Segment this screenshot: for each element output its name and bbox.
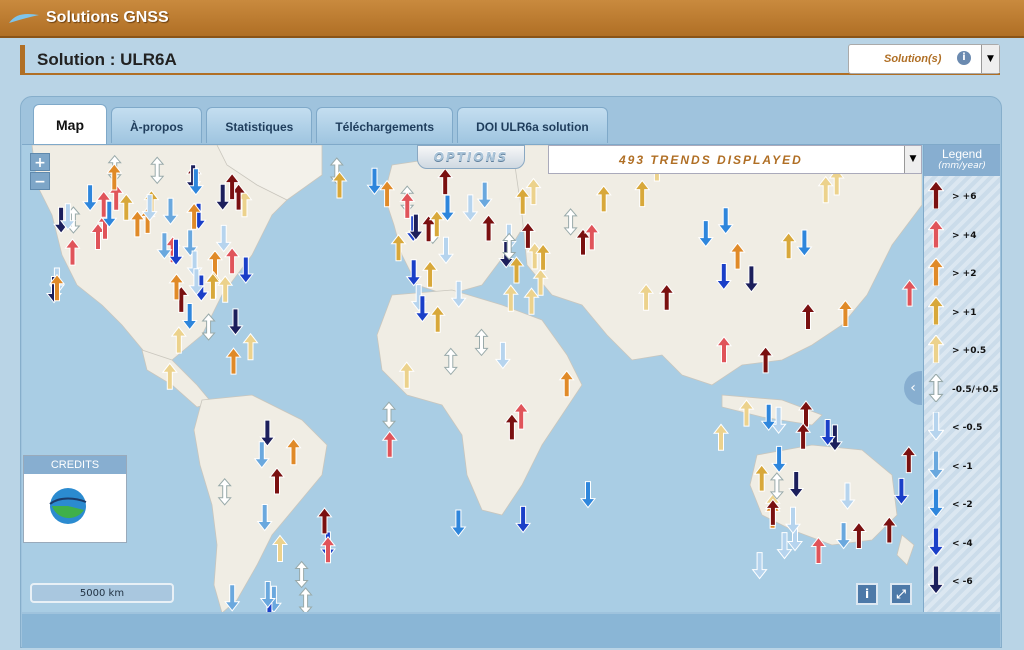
app-header: Solutions GNSS [0, 0, 1024, 38]
tab-map[interactable]: Map [33, 104, 107, 144]
zoom-out-button[interactable]: − [30, 172, 50, 190]
chevron-down-icon[interactable]: ▼ [904, 146, 921, 173]
legend-item: < -4 [928, 527, 1000, 562]
wave-logo-icon [9, 13, 39, 23]
arrow-down-icon [928, 527, 944, 556]
legend-label: -0.5/+0.5 [952, 384, 999, 395]
legend-label: < -1 [952, 461, 973, 472]
arrow-down-icon [928, 412, 944, 440]
legend-label: > +0.5 [952, 346, 987, 356]
fullscreen-button[interactable]: ⤢ [890, 583, 912, 605]
chevron-down-icon[interactable]: ▼ [981, 45, 999, 73]
legend-item: > +0.5 [928, 335, 1000, 369]
map-view[interactable]: + − OPTIONS 493 TRENDS DISPLAYED ▼ ‹ Leg… [22, 144, 1000, 612]
arrow-up-icon [928, 181, 944, 209]
solution-selector[interactable]: Solution(s) i ▼ [848, 44, 1000, 74]
legend-item: < -1 [928, 450, 1000, 485]
panel-footer [22, 614, 1000, 648]
legend-item: < -6 [928, 566, 1000, 600]
app-title: Solutions GNSS [46, 9, 169, 26]
legend-header: Legend (mm/year) [924, 145, 1000, 176]
legend-label: < -2 [952, 500, 973, 510]
solution-title: Solution : ULR6A [37, 50, 177, 69]
trends-count: 493 TRENDS DISPLAYED [619, 153, 803, 167]
legend-label: > +2 [952, 269, 977, 279]
legend-label: > +6 [952, 192, 977, 202]
tab-telechargements[interactable]: Téléchargements [316, 107, 454, 143]
tab-a-propos[interactable]: À-propos [111, 107, 203, 143]
legend-label: > +4 [952, 230, 977, 241]
legend-units: (mm/year) [938, 161, 986, 171]
tab-statistiques[interactable]: Statistiques [206, 107, 313, 143]
scale-bar: 5000 km [30, 583, 174, 603]
legend-item: > +6 [928, 181, 1000, 215]
tab-doi[interactable]: DOI ULR6a solution [457, 107, 608, 143]
tab-bar: Map À-propos Statistiques Téléchargement… [33, 104, 608, 144]
arrow-up-icon [928, 335, 944, 363]
solution-selector-label: Solution(s) [884, 53, 942, 65]
arrow-down-icon [928, 450, 944, 479]
legend-label: < -6 [952, 577, 973, 587]
legend-panel: Legend (mm/year) > +6 > +4 > +2 > +1 > +0.5 -… [923, 145, 1000, 612]
arrow-down-icon [928, 489, 944, 517]
arrow-down-icon [928, 566, 944, 594]
solution-bar: Solution : ULR6A Solution(s) i ▼ [20, 44, 1000, 75]
zoom-in-button[interactable]: + [30, 153, 50, 171]
trends-selector[interactable]: 493 TRENDS DISPLAYED ▼ [548, 145, 922, 174]
legend-title: Legend [941, 147, 983, 161]
credits-panel: CREDITS [23, 455, 127, 543]
world-map[interactable] [22, 145, 922, 612]
arrow-up-icon [928, 296, 944, 325]
options-button[interactable]: OPTIONS [417, 145, 525, 169]
legend-item: > +4 [928, 219, 1000, 254]
legend-item: < -0.5 [928, 412, 1000, 446]
legend-label: > +1 [952, 307, 977, 318]
legend-item: > +2 [928, 258, 1000, 292]
credits-title: CREDITS [24, 456, 126, 474]
legend-item: -0.5/+0.5 [928, 373, 1000, 408]
double-arrow-icon [928, 373, 944, 402]
scale-label: 5000 km [79, 588, 125, 599]
info-icon[interactable]: i [957, 51, 971, 65]
zoom-control: + − [30, 153, 50, 191]
main-panel: Map À-propos Statistiques Téléchargement… [20, 96, 1002, 648]
arrow-up-icon [928, 258, 944, 286]
map-info-button[interactable]: i [856, 583, 878, 605]
arrow-up-icon [928, 219, 944, 248]
legend-item: < -2 [928, 489, 1000, 523]
legend-item: > +1 [928, 296, 1000, 331]
legend-label: < -4 [952, 538, 973, 549]
liens-logo-icon [49, 488, 87, 524]
legend-label: < -0.5 [952, 423, 983, 433]
